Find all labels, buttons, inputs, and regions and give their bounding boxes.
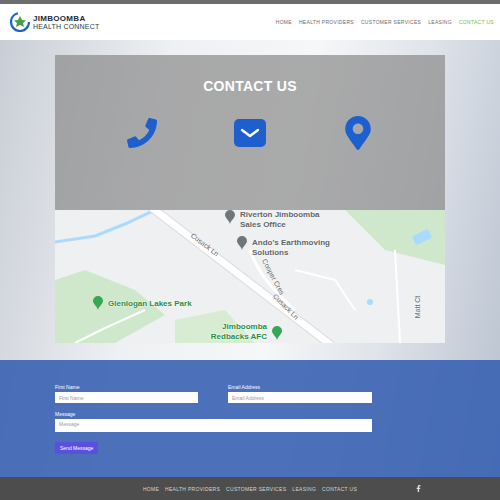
map-place-label[interactable]: Ando's Earthmoving Solutions — [252, 238, 338, 258]
main-nav: HOME HEALTH PROVIDERS CUSTOMER SERVICES LEA… — [276, 19, 494, 25]
nav-link[interactable]: LEASING — [428, 19, 452, 25]
footer-link[interactable]: CUSTOMER SERVICES — [226, 486, 286, 492]
page: JIMBOOMBAHEALTH CONNECT HOME HEALTH PROVID… — [0, 0, 500, 500]
field-label: First Name — [55, 384, 198, 390]
contact-panel: CONTACT US — [55, 55, 445, 210]
logo-icon — [10, 12, 30, 32]
hero-photo: CONTACT US Riverton Jimboomba Sales Offic… — [0, 40, 500, 477]
form-field: Message — [55, 411, 372, 432]
contact-title: CONTACT US — [203, 78, 297, 94]
site-header: JIMBOOMBAHEALTH CONNECT HOME HEALTH PROVID… — [0, 4, 500, 40]
footer-link[interactable]: HOME — [143, 486, 159, 492]
hero: CONTACT US Riverton Jimboomba Sales Offic… — [0, 40, 500, 360]
footer-link[interactable]: HEALTH PROVIDERS — [165, 486, 220, 492]
map-place-label[interactable]: Glenlogan Lakes Park — [108, 299, 220, 309]
location-pin-icon[interactable] — [342, 116, 374, 150]
nav-link[interactable]: HOME — [276, 19, 292, 25]
place-pin-icon[interactable] — [225, 210, 235, 224]
footer-link[interactable]: LEASING — [292, 486, 316, 492]
send-button[interactable]: Send Message — [55, 442, 98, 454]
park-pin-icon[interactable] — [93, 296, 103, 310]
nav-link[interactable]: CUSTOMER SERVICES — [361, 19, 421, 25]
nav-link[interactable]: CONTACT US — [459, 19, 494, 25]
message-input[interactable] — [55, 419, 372, 432]
footer-link[interactable]: CONTACT US — [322, 486, 357, 492]
contact-icons — [126, 116, 374, 150]
mail-icon[interactable] — [234, 116, 266, 150]
place-pin-icon[interactable] — [237, 236, 247, 250]
text-input[interactable] — [55, 392, 198, 403]
facebook-icon[interactable] — [357, 485, 500, 492]
site-footer: HOME HEALTH PROVIDERS CUSTOMER SERVICES LEA… — [0, 477, 500, 500]
nav-link[interactable]: HEALTH PROVIDERS — [299, 19, 354, 25]
footer-nav: HOME HEALTH PROVIDERS CUSTOMER SERVICES LEA… — [143, 486, 357, 492]
field-label: Message — [55, 411, 372, 417]
field-label: Email Address — [228, 384, 372, 390]
logo-tagline: HEALTH CONNECT — [33, 23, 99, 30]
text-input[interactable] — [228, 392, 372, 403]
logo[interactable]: JIMBOOMBAHEALTH CONNECT — [10, 12, 99, 32]
place-pin-icon[interactable] — [272, 326, 282, 340]
map[interactable]: Riverton Jimboomba Sales Office Ando's Ea… — [55, 210, 445, 343]
contact-form: First Name Email Address Message Send Messa… — [0, 360, 500, 477]
logo-name: JIMBOOMBA — [33, 15, 99, 23]
map-place-label[interactable]: Jimboomba Redbacks AFC — [203, 322, 267, 342]
map-road-label[interactable]: Matt Ct — [413, 296, 423, 319]
phone-icon[interactable] — [126, 116, 158, 150]
form-field: Email Address — [228, 384, 372, 403]
map-place-label[interactable]: Riverton Jimboomba Sales Office — [240, 210, 332, 230]
form-field: First Name — [55, 384, 198, 403]
